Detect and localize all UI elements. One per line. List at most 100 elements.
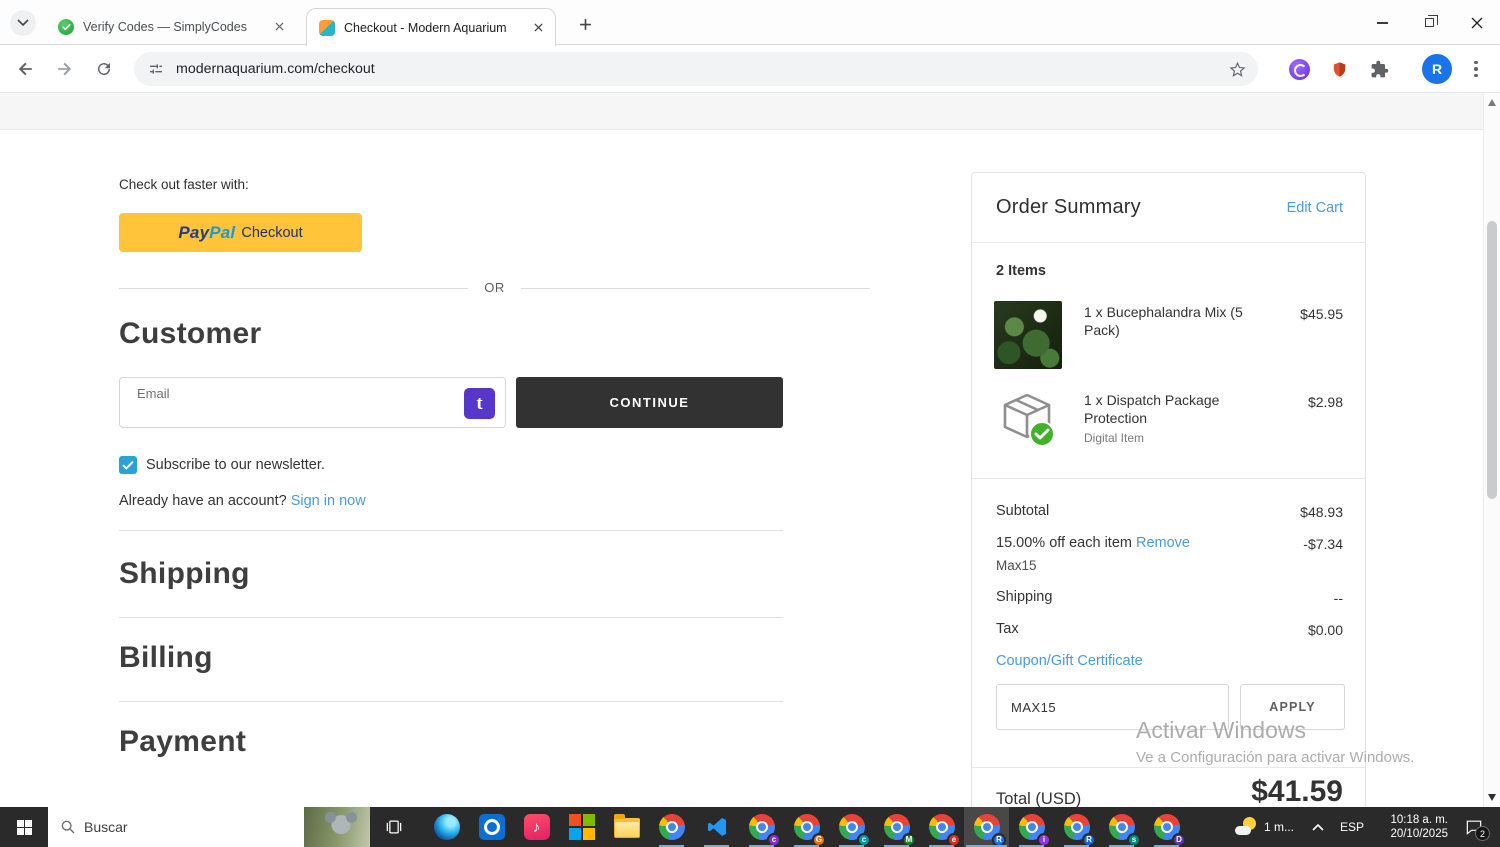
back-arrow-icon: [18, 62, 32, 76]
newsletter-label: Subscribe to our newsletter.: [146, 457, 325, 473]
tray-expand-button[interactable]: [1304, 807, 1332, 847]
taskbar-chrome-window-4[interactable]: M: [874, 807, 919, 847]
sign-in-link[interactable]: Sign in now: [291, 493, 366, 509]
file-explorer-icon: [613, 814, 640, 838]
or-label: OR: [468, 279, 521, 297]
coupon-input-box: [996, 684, 1229, 730]
tab-simplycodes[interactable]: Verify Codes — SimplyCodes: [46, 8, 296, 45]
taskbar-music[interactable]: [514, 807, 559, 847]
coupon-input[interactable]: [997, 685, 1228, 729]
reload-button[interactable]: [90, 55, 118, 83]
weather-widget[interactable]: 1 m...: [1225, 807, 1304, 847]
taskbar-chrome-window-9[interactable]: s: [1099, 807, 1144, 847]
chrome-profile-badge: c: [767, 833, 781, 847]
checkout-faster-text: Check out faster with:: [119, 177, 249, 192]
taskbar-vscode[interactable]: [694, 807, 739, 847]
product-thumbnail: [994, 301, 1062, 369]
chrome-profile-badge: M: [902, 833, 916, 847]
continue-button[interactable]: CONTINUE: [516, 377, 783, 428]
bookmark-star-icon[interactable]: [1229, 61, 1246, 78]
scroll-up-arrow-icon[interactable]: [1488, 99, 1496, 106]
taskbar-search[interactable]: [48, 807, 370, 847]
chrome-profile-badge: R: [1082, 833, 1096, 847]
taskbar-microsoft-store[interactable]: [559, 807, 604, 847]
edit-cart-link[interactable]: Edit Cart: [1287, 200, 1343, 216]
back-button[interactable]: [12, 55, 40, 83]
search-highlight-image[interactable]: [304, 807, 370, 847]
close-icon: [1471, 17, 1482, 28]
microsoft-store-icon: [568, 814, 595, 840]
taskbar-chrome-window-6-active[interactable]: R: [964, 807, 1009, 847]
email-input[interactable]: [136, 402, 426, 424]
shipping-heading: Shipping: [119, 557, 250, 590]
weather-icon: [1234, 816, 1257, 838]
browser-menu-button[interactable]: [1466, 55, 1486, 83]
site-info-icon[interactable]: [148, 61, 164, 77]
browser-window: Verify Codes — SimplyCodes Checkout - Mo…: [0, 0, 1500, 847]
taskbar-chrome-window-8[interactable]: R: [1054, 807, 1099, 847]
shipping-value: --: [1333, 590, 1343, 606]
simplycodes-favicon-icon: [58, 18, 74, 35]
taskbar-chrome-window-7[interactable]: i: [1009, 807, 1054, 847]
scrollbar-thumb[interactable]: [1487, 221, 1497, 499]
close-button[interactable]: [1453, 0, 1500, 45]
new-tab-button[interactable]: [572, 11, 598, 37]
url-text[interactable]: modernaquarium.com/checkout: [176, 61, 1229, 77]
taskbar-chrome-window-5[interactable]: e: [919, 807, 964, 847]
chevron-down-icon: [17, 19, 29, 27]
page-scrollbar[interactable]: [1483, 93, 1500, 807]
scroll-down-arrow-icon[interactable]: [1488, 794, 1496, 801]
maximize-button[interactable]: [1406, 0, 1453, 45]
discount-label: 15.00% off each item: [996, 535, 1132, 551]
subtotal-value: $48.93: [1300, 504, 1343, 520]
language-indicator[interactable]: ESP: [1332, 807, 1372, 847]
taskbar-chrome-window-2[interactable]: G: [784, 807, 829, 847]
task-view-button[interactable]: [372, 807, 416, 847]
chrome-profile-badge: D: [1172, 833, 1186, 847]
forward-button[interactable]: [50, 55, 78, 83]
remove-discount-link[interactable]: Remove: [1136, 535, 1190, 551]
taskbar-chrome-window-1[interactable]: c: [739, 807, 784, 847]
tax-label: Tax: [996, 621, 1019, 637]
password-manager-autofill-icon[interactable]: t: [464, 388, 495, 419]
search-icon: [61, 820, 75, 834]
paypal-checkout-button[interactable]: PayPal Checkout: [119, 213, 362, 252]
tab-close-icon[interactable]: [270, 18, 288, 36]
minimize-button[interactable]: [1359, 0, 1406, 45]
address-bar[interactable]: modernaquarium.com/checkout: [134, 52, 1258, 86]
adblock-extension-button[interactable]: [1326, 56, 1352, 82]
taskbar-edge[interactable]: [424, 807, 469, 847]
taskbar-chrome-window-10[interactable]: D: [1144, 807, 1189, 847]
item-price: $2.98: [1307, 394, 1343, 410]
tray-date: 20/10/2025: [1390, 828, 1448, 840]
browser-toolbar: modernaquarium.com/checkout R: [0, 45, 1500, 93]
notification-center-button[interactable]: 2: [1452, 807, 1496, 847]
newsletter-checkbox[interactable]: [119, 456, 137, 474]
total-value: $41.59: [1251, 775, 1343, 807]
windows-logo-icon: [16, 819, 32, 835]
simplycodes-extension-button[interactable]: [1286, 56, 1312, 82]
account-row: Already have an account? Sign in now: [119, 493, 366, 509]
chrome-profile-badge: e: [947, 833, 961, 847]
profile-avatar[interactable]: R: [1422, 54, 1452, 84]
taskbar-chrome[interactable]: [649, 807, 694, 847]
tab-checkout[interactable]: Checkout - Modern Aquarium: [306, 8, 556, 46]
taskbar-apps: c G c M e R i R s D: [424, 807, 1189, 847]
task-view-icon: [386, 820, 402, 834]
email-label: Email: [137, 386, 170, 401]
discount-code: Max15: [996, 558, 1037, 573]
taskbar-outlook[interactable]: [469, 807, 514, 847]
modern-aquarium-favicon-icon: [319, 19, 335, 36]
apply-coupon-button[interactable]: APPLY: [1240, 684, 1345, 730]
email-field[interactable]: Email t: [119, 377, 506, 428]
tab-close-icon[interactable]: [529, 19, 547, 37]
chrome-profile-badge: c: [857, 833, 871, 847]
extensions-button[interactable]: [1366, 56, 1392, 82]
tab-search-button[interactable]: [10, 10, 36, 36]
coupon-gift-certificate-link[interactable]: Coupon/Gift Certificate: [996, 653, 1143, 669]
taskbar-search-input[interactable]: [84, 819, 264, 835]
taskbar-file-explorer[interactable]: [604, 807, 649, 847]
taskbar-chrome-window-3[interactable]: c: [829, 807, 874, 847]
start-button[interactable]: [0, 807, 48, 847]
clock[interactable]: 10:18 a. m. 20/10/2025: [1372, 807, 1452, 847]
